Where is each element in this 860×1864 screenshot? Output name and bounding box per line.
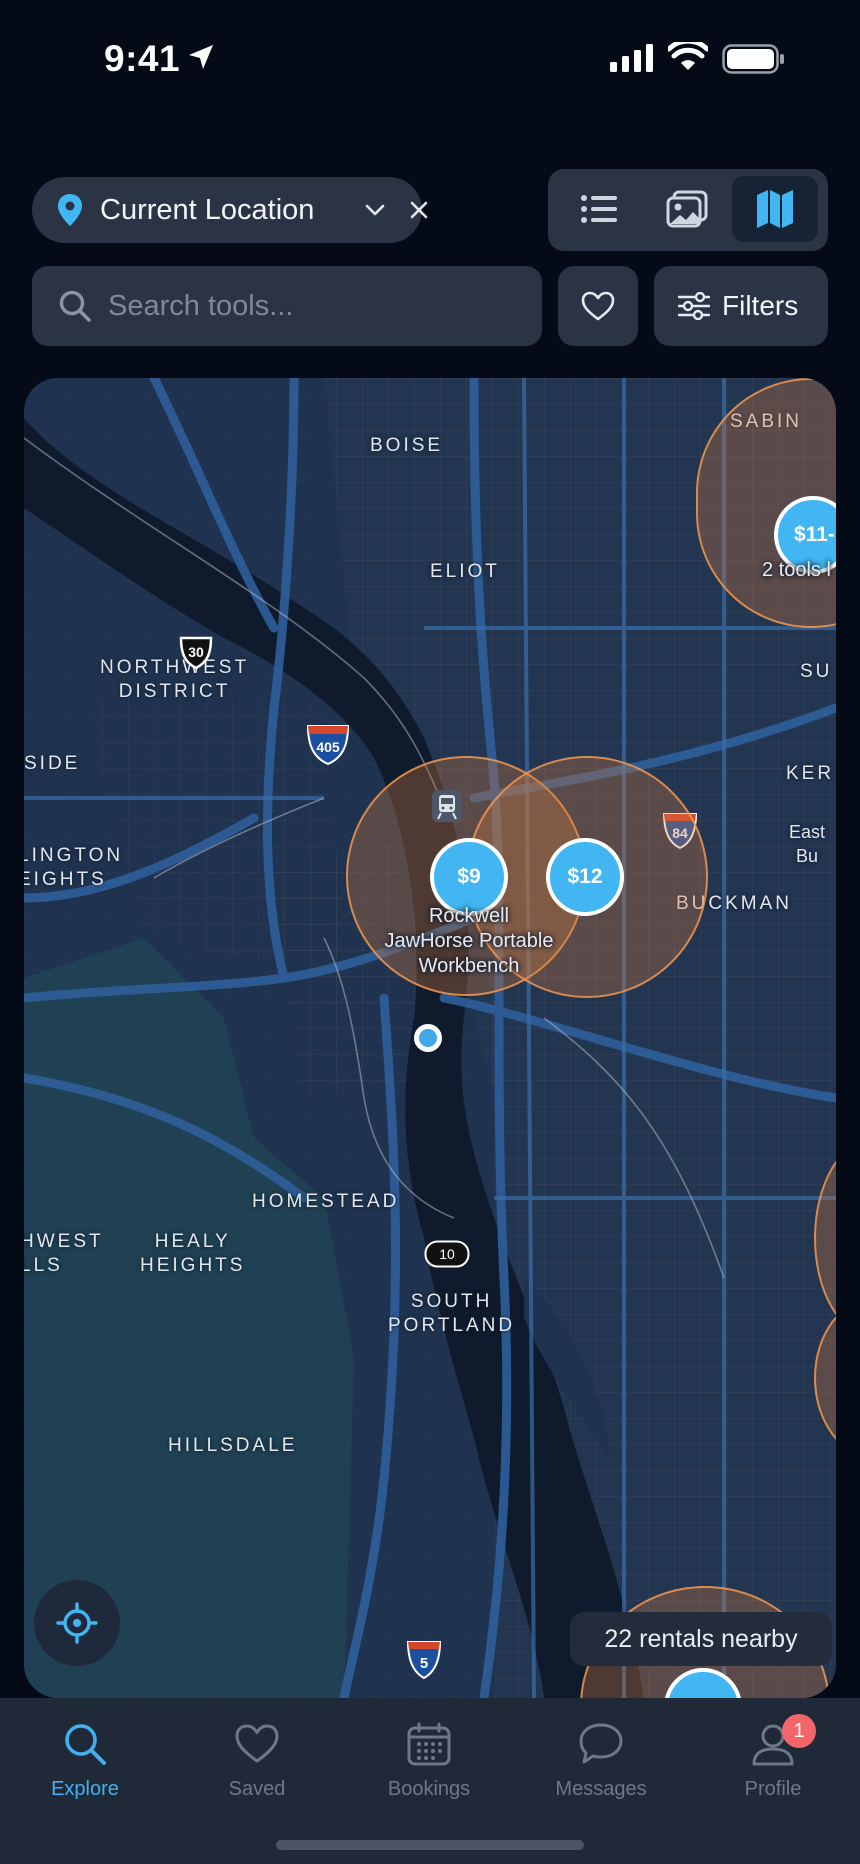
tab-label: Bookings xyxy=(387,1778,471,1800)
area-label-su: SU xyxy=(800,661,833,682)
chevron-down-icon[interactable] xyxy=(364,199,386,221)
rentals-nearby-chip[interactable]: 22 rentals nearby xyxy=(570,1612,832,1666)
search-box xyxy=(32,266,542,346)
us-route-number: 30 xyxy=(188,644,204,660)
interstate-number: 5 xyxy=(420,1655,428,1672)
heart-icon xyxy=(581,291,615,321)
map-icon xyxy=(757,190,793,228)
tool-name-label: Rockwell JawHorse Portable Workbench xyxy=(384,905,554,977)
area-label-hillsdale: HILLSDALE xyxy=(168,1435,298,1456)
search-input[interactable] xyxy=(108,282,528,330)
map-view-button[interactable] xyxy=(732,176,818,242)
list-view-button[interactable] xyxy=(556,176,642,242)
area-label-homestead: HOMESTEAD xyxy=(252,1191,400,1212)
area-label-arlington-heights: LINGTON EIGHTS xyxy=(24,845,124,890)
status-bar: 9:41 xyxy=(0,0,860,120)
tab-label: Saved xyxy=(228,1778,286,1800)
view-mode-toggle xyxy=(548,169,828,251)
tab-label: Profile xyxy=(744,1778,802,1800)
clear-location-icon[interactable] xyxy=(408,199,430,221)
area-label-boise: BOISE xyxy=(370,435,444,456)
list-icon xyxy=(581,195,617,223)
status-time: 9:41 xyxy=(104,38,181,79)
tab-bookings[interactable]: Bookings xyxy=(354,1718,504,1818)
interstate-shield: 405 xyxy=(306,725,350,766)
interstate-number: 405 xyxy=(316,739,340,755)
recenter-button[interactable] xyxy=(34,1580,120,1666)
tab-explore[interactable]: Explore xyxy=(10,1718,160,1818)
favorites-button[interactable] xyxy=(558,266,638,346)
map-pin-icon xyxy=(58,194,82,226)
crosshair-icon xyxy=(56,1602,98,1644)
chat-icon xyxy=(579,1723,623,1764)
interstate-shield: 5 xyxy=(406,1641,442,1680)
area-label-northwest-district: NORTHWEST DISTRICT xyxy=(100,657,250,702)
area-label-south-portland: SOUTH PORTLAND xyxy=(388,1291,516,1336)
wifi-icon xyxy=(668,42,708,70)
state-route-number: 10 xyxy=(439,1246,455,1262)
filters-button[interactable]: Filters xyxy=(654,266,828,346)
us-route-shield: 30 xyxy=(179,636,213,670)
tab-profile[interactable]: Profile 1 xyxy=(698,1714,848,1818)
sliders-icon xyxy=(678,292,710,320)
map-view[interactable]: BOISE SABIN ELIOT NORTHWEST DISTRICT SID… xyxy=(24,378,836,1698)
state-route-shield: 10 xyxy=(424,1240,470,1268)
cellular-signal-icon xyxy=(610,44,653,72)
gallery-view-button[interactable] xyxy=(644,176,730,242)
location-label: Current Location xyxy=(100,194,315,226)
notification-badge: 1 xyxy=(782,1714,816,1748)
tab-messages[interactable]: Messages xyxy=(526,1718,676,1818)
area-label-eliot: ELIOT xyxy=(430,561,500,582)
tab-saved[interactable]: Saved xyxy=(182,1718,332,1818)
area-label-side: SIDE xyxy=(24,753,81,774)
area-label-east-bu: East Bu xyxy=(788,822,826,866)
train-station-icon xyxy=(432,790,462,822)
tab-label: Messages xyxy=(555,1778,647,1800)
user-location-dot xyxy=(414,1024,442,1052)
search-icon xyxy=(65,1724,106,1765)
heart-icon xyxy=(235,1724,279,1763)
location-arrow-icon xyxy=(189,45,213,69)
gallery-icon xyxy=(666,190,708,228)
area-label-kerr: KER xyxy=(786,763,835,784)
cluster-count-label: 2 tools l xyxy=(762,559,831,581)
calendar-icon xyxy=(407,1722,451,1766)
home-indicator xyxy=(276,1840,584,1850)
area-label-northwest-hills: HWEST LLS xyxy=(24,1231,104,1276)
tab-label: Explore xyxy=(51,1778,119,1800)
battery-icon xyxy=(722,44,784,74)
filters-label: Filters xyxy=(722,290,799,321)
area-label-healy-heights: HEALY HEIGHTS xyxy=(140,1231,246,1276)
search-icon xyxy=(59,290,91,322)
location-selector[interactable]: Current Location xyxy=(32,177,428,243)
